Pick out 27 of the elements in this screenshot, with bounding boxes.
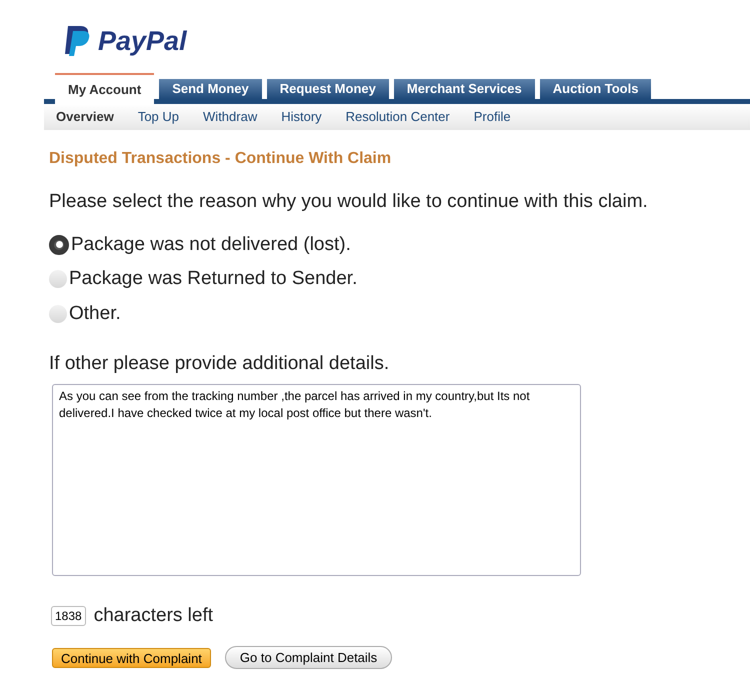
radio-label: Other. bbox=[69, 302, 121, 326]
counter-label: characters left bbox=[94, 604, 214, 628]
instruction-text: Please select the reason why you would like to continue with this claim. bbox=[49, 190, 649, 214]
counter-field: 1838 bbox=[51, 606, 86, 626]
nav-tab[interactable]: Send Money bbox=[159, 79, 262, 99]
paypal-logo-icon bbox=[62, 24, 92, 58]
nav-tab[interactable]: Merchant Services bbox=[394, 79, 535, 99]
nav-tab[interactable]: Auction Tools bbox=[540, 79, 652, 99]
details-button[interactable]: Go to Complaint Details bbox=[224, 646, 392, 669]
subnav-link[interactable]: Resolution Center bbox=[346, 107, 450, 127]
radio-button[interactable] bbox=[49, 304, 67, 323]
radio-label: Package was Returned to Sender. bbox=[69, 267, 358, 291]
radio-button[interactable] bbox=[49, 270, 67, 288]
page-heading: Disputed Transactions - Continue With Claim bbox=[49, 149, 392, 169]
subnav-link[interactable]: Profile bbox=[474, 107, 511, 127]
radio-button[interactable] bbox=[49, 234, 69, 255]
continue-button[interactable]: Continue with Complaint bbox=[52, 648, 211, 668]
nav-tab[interactable]: Request Money bbox=[266, 79, 389, 99]
subnav-link[interactable]: Overview bbox=[56, 107, 114, 127]
radio-label: Package was not delivered (lost). bbox=[71, 232, 351, 256]
details-label: If other please provide additional details. bbox=[49, 352, 390, 376]
nav-tab[interactable]: My Account bbox=[55, 73, 154, 104]
details-field[interactable]: As you can see from the tracking number ,the parcel has arrived in my country,but Its not delivered.I have checked twice at my local post office but there wasn't. bbox=[52, 384, 581, 576]
logo-text: PayPal bbox=[98, 24, 187, 58]
subnav-link[interactable]: Withdraw bbox=[203, 107, 258, 127]
subnav-link[interactable]: Top Up bbox=[138, 107, 180, 127]
subnav-link[interactable]: History bbox=[281, 107, 322, 127]
